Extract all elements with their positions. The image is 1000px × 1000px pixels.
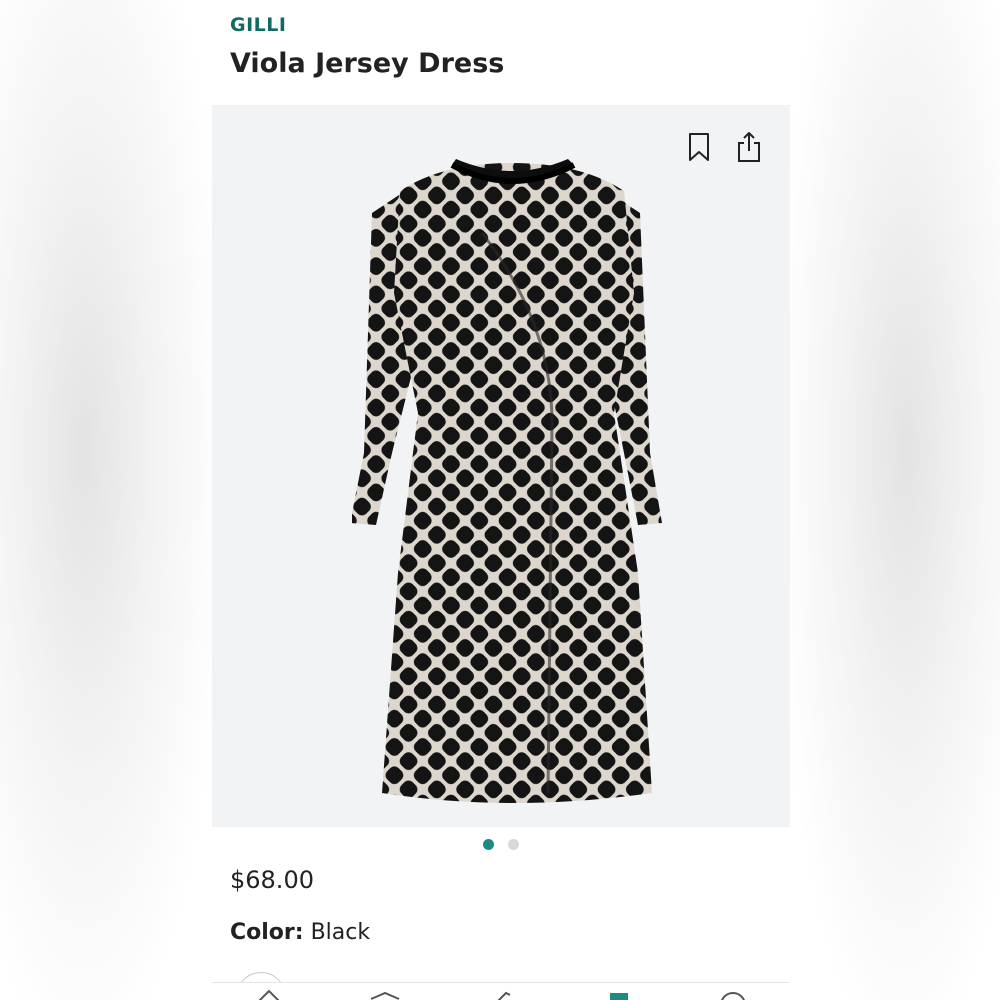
bookmark-icon bbox=[689, 133, 709, 161]
color-value: Black bbox=[310, 920, 371, 945]
share-icon bbox=[738, 132, 760, 162]
dress-product-image bbox=[352, 159, 662, 803]
blurred-background-right bbox=[790, 0, 1000, 1000]
profile-icon bbox=[721, 992, 745, 1000]
bottom-navigation bbox=[212, 982, 790, 1000]
product-title: Viola Jersey Dress bbox=[230, 48, 505, 79]
nav-fix[interactable] bbox=[602, 989, 636, 1000]
color-label: Color: bbox=[230, 920, 304, 945]
tag-icon bbox=[497, 991, 511, 1000]
shop-icon bbox=[370, 991, 400, 1000]
product-price: $68.00 bbox=[230, 866, 314, 894]
nav-home[interactable] bbox=[252, 989, 286, 1000]
home-icon bbox=[258, 989, 280, 1000]
nav-tag[interactable] bbox=[484, 989, 518, 1000]
bookmark-button[interactable] bbox=[684, 131, 714, 163]
fix-icon bbox=[610, 993, 628, 1000]
share-button[interactable] bbox=[734, 131, 764, 163]
product-screen: GILLI Viola Jersey Dress $68.00 Color: B… bbox=[212, 0, 790, 1000]
carousel-dot-1[interactable] bbox=[483, 839, 494, 850]
product-image-carousel[interactable] bbox=[212, 105, 790, 827]
carousel-dot-2[interactable] bbox=[508, 839, 519, 850]
blurred-background-left bbox=[0, 0, 212, 1000]
nav-shop[interactable] bbox=[368, 989, 402, 1000]
color-row: Color: Black bbox=[230, 920, 370, 945]
carousel-pagination bbox=[212, 839, 790, 853]
nav-profile[interactable] bbox=[716, 989, 750, 1000]
brand-name[interactable]: GILLI bbox=[230, 14, 286, 36]
